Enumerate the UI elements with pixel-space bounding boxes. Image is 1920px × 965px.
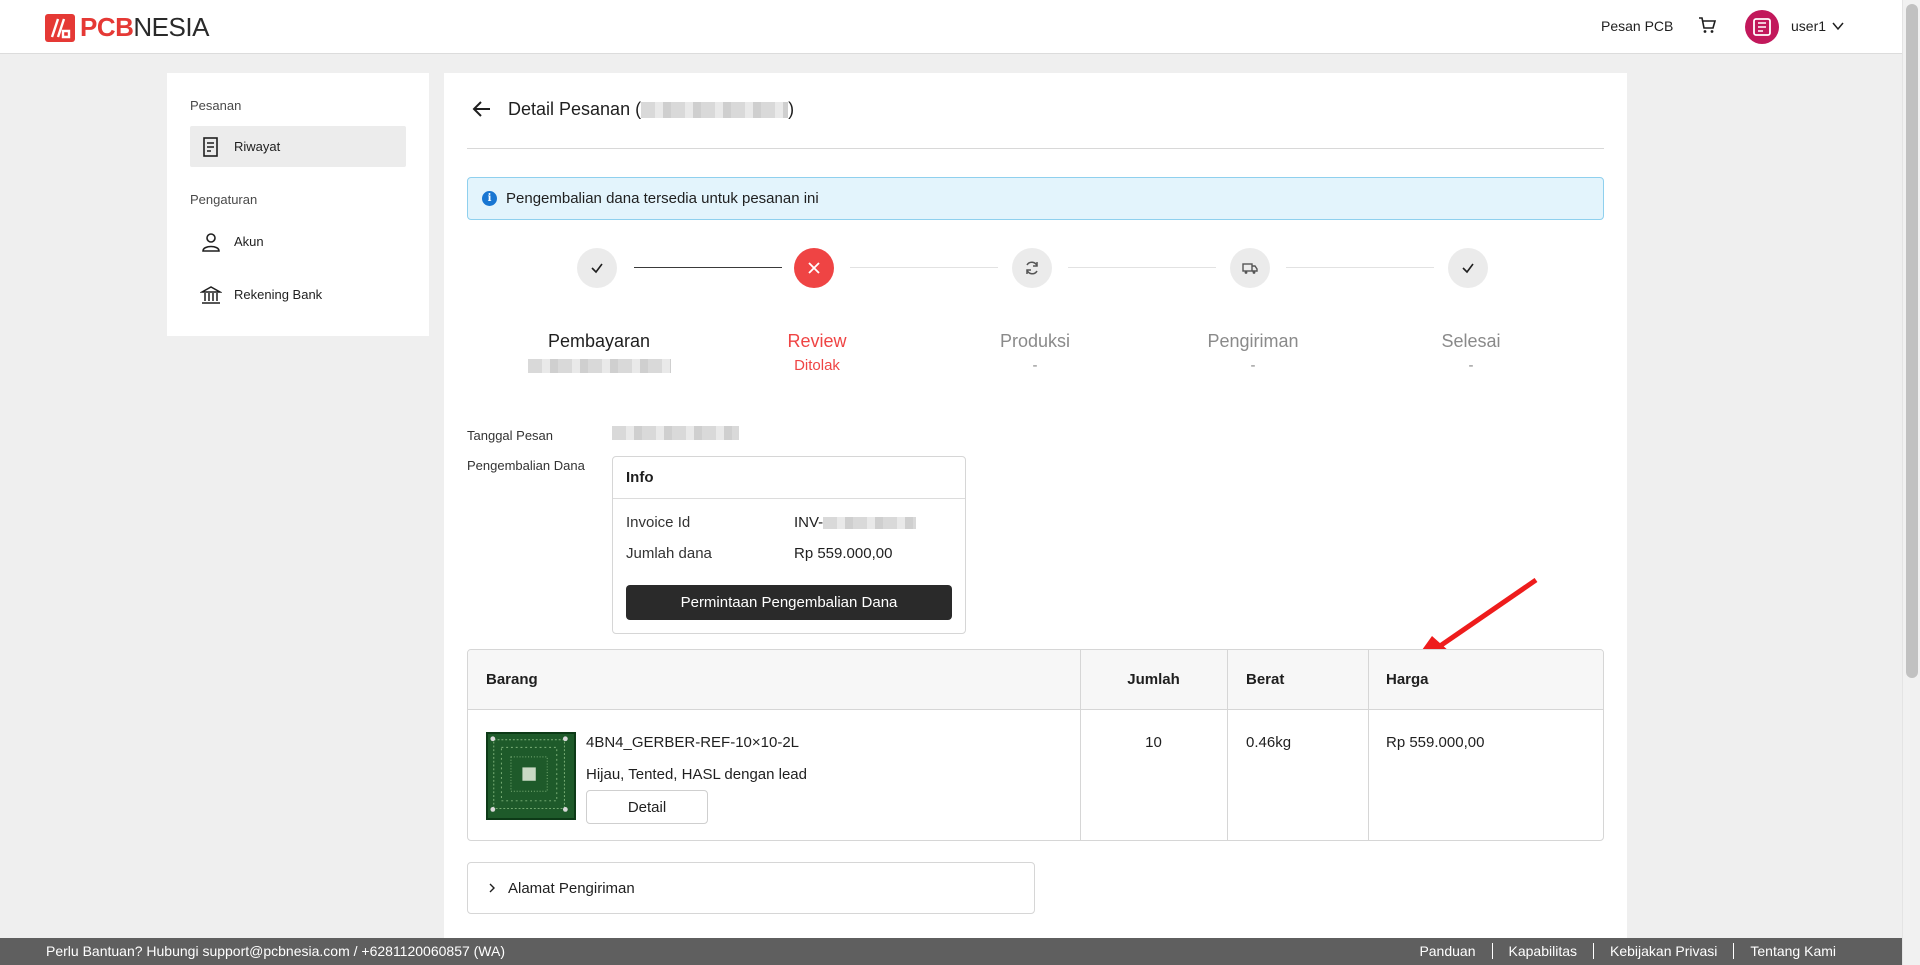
sidebar-item-account[interactable]: Akun [190,221,406,262]
order-detail-card: Detail Pesanan ( ) i Pengembalian dana t… [444,73,1627,965]
shipping-address-label: Alamat Pengiriman [508,879,635,897]
bank-icon [200,285,222,304]
refund-info-banner: i Pengembalian dana tersedia untuk pesan… [467,177,1604,220]
page-scrollbar[interactable] [1902,0,1920,965]
column-divider [1368,650,1369,840]
redacted-order-date [612,426,739,440]
step-status-done: - [1468,357,1474,374]
sidebar: Pesanan Riwayat Pengaturan Akun Rekening… [167,73,429,336]
step-label-production: Produksi [999,331,1071,351]
step-production-circle [1012,248,1052,288]
info-icon: i [482,191,497,206]
item-name: 4BN4_GERBER-REF-10×10-2L [586,734,800,751]
close-icon [808,262,820,274]
shipping-address-accordion[interactable]: Alamat Pengiriman [467,862,1035,914]
request-refund-button[interactable]: Permintaan Pengembalian Dana [626,585,952,620]
order-date-label: Tanggal Pesan [467,428,554,443]
chevron-down-icon[interactable] [1831,19,1845,33]
back-arrow-icon[interactable] [470,97,494,121]
step-connector [634,267,782,268]
redacted-invoice-id [823,516,917,529]
scrollbar-thumb[interactable] [1906,4,1918,678]
step-label-review: Review [787,331,847,351]
table-header-row [468,650,1603,710]
check-icon [591,263,603,274]
refresh-icon [1026,261,1038,275]
step-shipping-circle [1230,248,1270,288]
footer-link-guide[interactable]: Panduan [1403,943,1491,959]
invoice-id-value: INV- [794,514,917,531]
items-table: Barang Jumlah Berat Harga 4BN4_GERBER-RE… [467,649,1604,841]
redacted-payment-date [528,359,671,373]
check-icon [1462,263,1474,274]
invoice-id-label: Invoice Id [626,514,691,531]
sidebar-item-bank[interactable]: Rekening Bank [190,274,406,315]
item-quantity: 10 [1145,734,1162,751]
footer: Perlu Bantuan? Hubungi support@pcbnesia.… [0,938,1902,965]
column-divider [1227,650,1228,840]
refund-box-header: Info [613,457,965,499]
refund-info-box: Info Invoice Id INV- Jumlah dana Rp 559.… [612,456,966,634]
step-status-shipping: - [1250,357,1256,374]
item-weight: 0.46kg [1246,734,1292,751]
step-done-circle [1448,248,1488,288]
footer-links: Panduan Kapabilitas Kebijakan Privasi Te… [1403,943,1852,959]
step-payment-circle [577,248,617,288]
sidebar-item-label: Rekening Bank [234,287,323,302]
sidebar-item-label: Riwayat [234,139,281,154]
step-status-review: Ditolak [794,357,840,374]
refund-amount-label: Jumlah dana [626,545,712,562]
chevron-right-icon [489,883,495,893]
receipt-icon [203,136,218,157]
step-label-shipping: Pengiriman [1207,331,1299,351]
page-title: Detail Pesanan ( ) [508,99,795,119]
top-navbar: PCB NESIA Pesan PCB user1 [0,0,1902,54]
column-header-item: Barang [486,671,538,688]
step-status-production: - [1032,357,1038,374]
step-label-done: Selesai [1441,331,1501,351]
step-review-circle [794,248,834,288]
divider [467,148,1604,149]
sidebar-section-orders: Pesanan [190,98,242,113]
column-header-weight: Berat [1246,671,1285,688]
sidebar-item-history[interactable]: Riwayat [190,126,406,167]
logo-mark-icon [44,13,76,43]
footer-link-capabilities[interactable]: Kapabilitas [1491,943,1594,959]
cart-icon[interactable] [1697,15,1717,35]
step-connector [1286,267,1434,268]
redacted-order-id [641,101,789,118]
pcbnesia-logo[interactable]: PCB NESIA [44,12,209,43]
item-price: Rp 559.000,00 [1386,734,1485,751]
refund-label: Pengembalian Dana [467,458,585,473]
column-header-price: Harga [1386,671,1429,688]
footer-link-about[interactable]: Tentang Kami [1733,943,1852,959]
step-connector [1068,267,1216,268]
truck-icon [1242,263,1258,274]
item-detail-button[interactable]: Detail [586,790,708,824]
sidebar-section-settings: Pengaturan [190,192,258,207]
user-icon [202,232,220,252]
sidebar-item-label: Akun [234,234,264,249]
step-connector [850,267,998,268]
step-label-payment: Pembayaran [547,331,651,351]
column-header-quantity: Jumlah [1127,671,1180,688]
pcb-thumbnail-image [486,732,576,820]
logo-text: PCB NESIA [80,12,209,42]
nav-order-pcb-link[interactable]: Pesan PCB [1601,18,1673,34]
footer-link-privacy[interactable]: Kebijakan Privasi [1593,943,1733,959]
refund-amount-value: Rp 559.000,00 [794,545,893,562]
item-description: Hijau, Tented, HASL dengan lead [586,766,807,783]
footer-help-text: Perlu Bantuan? Hubungi support@pcbnesia.… [46,943,506,959]
user-name[interactable]: user1 [1791,18,1826,34]
user-avatar[interactable] [1745,10,1779,44]
